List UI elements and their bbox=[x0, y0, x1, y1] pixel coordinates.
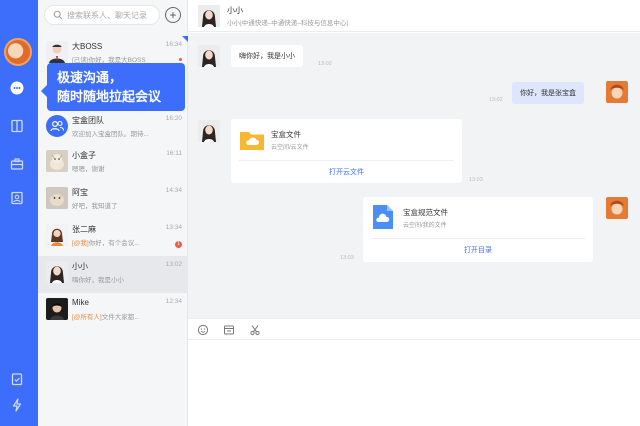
message-time: 13:02 bbox=[489, 97, 503, 103]
unread-dot bbox=[179, 58, 182, 61]
preview-text: 你好，有个会议... bbox=[88, 240, 140, 247]
search-input[interactable]: 搜索联系人、聊天记录 bbox=[44, 5, 160, 25]
conversation-item-abao[interactable]: 阿宝 好吧，我知道了 14:34 bbox=[38, 182, 188, 219]
conversation-time: 14:34 bbox=[165, 187, 182, 194]
conversation-name: Mike bbox=[72, 298, 89, 307]
book-nav-icon[interactable] bbox=[9, 118, 25, 134]
conversation-name: 大BOSS bbox=[72, 42, 103, 51]
file-upload-icon[interactable] bbox=[223, 324, 235, 336]
tooltip-line-1: 极速沟通， bbox=[57, 70, 123, 85]
app-window: 搜索联系人、聊天记录 + 大BOSS [已读]你好，我是大BOSS 16:34 … bbox=[0, 0, 640, 426]
conversation-preview: [@我]你好，有个会议... bbox=[72, 237, 140, 247]
divider bbox=[371, 238, 585, 239]
avatar bbox=[46, 261, 68, 283]
tasks-nav-icon[interactable] bbox=[9, 371, 25, 387]
sender-avatar bbox=[198, 45, 220, 67]
message-input[interactable] bbox=[188, 340, 640, 426]
my-avatar-small bbox=[606, 197, 628, 219]
conversation-preview: 好吧，我知道了 bbox=[72, 203, 118, 210]
conversation-preview: 欢迎加入宝盒团队。期待... bbox=[72, 131, 149, 138]
my-avatar[interactable] bbox=[4, 38, 32, 66]
contact-subtitle: 小小|中通快递–中通快递–科技与信息中心| bbox=[227, 20, 349, 27]
message-bubble[interactable]: 嗨你好，我是小小 bbox=[231, 45, 303, 67]
file-path: 云空间/云文件 bbox=[271, 145, 309, 151]
file-title: 宝盒文件 bbox=[271, 130, 301, 139]
search-placeholder: 搜索联系人、聊天记录 bbox=[67, 10, 147, 20]
avatar bbox=[46, 187, 68, 209]
chat-nav-icon[interactable] bbox=[9, 80, 25, 96]
divider bbox=[239, 160, 454, 161]
contact-name: 小小 bbox=[227, 6, 243, 15]
doc-cloud-icon bbox=[373, 205, 393, 229]
group-icon bbox=[50, 120, 64, 132]
conversation-time: 16:34 bbox=[165, 41, 182, 48]
conversation-time: 12:34 bbox=[165, 298, 182, 305]
folder-cloud-icon bbox=[240, 132, 264, 150]
compose-toolbar bbox=[188, 318, 640, 340]
conversation-item-mike[interactable]: Mike [@所有人]文件大家都... 12:34 bbox=[38, 293, 188, 330]
add-button[interactable]: + bbox=[165, 7, 181, 23]
file-card[interactable]: 宝盒文件 云空间/云文件 打开云文件 bbox=[231, 119, 462, 183]
plus-icon: + bbox=[169, 8, 177, 22]
conversation-item-team[interactable]: 宝盒团队 欢迎加入宝盒团队。期待... 16:20 bbox=[38, 110, 188, 147]
mention-tag: [@所有人] bbox=[72, 314, 102, 321]
lightning-icon bbox=[12, 398, 22, 412]
conversation-preview: 嗨你好，我是小小 bbox=[72, 277, 124, 284]
conversation-name: 小小 bbox=[72, 262, 88, 271]
message-time: 13:03 bbox=[469, 177, 483, 183]
avatar bbox=[46, 224, 68, 246]
conversation-item-zhangerma[interactable]: 张二麻 [@我]你好，有个会议... 13:34 1 bbox=[38, 219, 188, 256]
conversation-name: 小盒子 bbox=[72, 151, 96, 160]
contact-card-icon bbox=[11, 191, 23, 205]
conversation-time: 16:20 bbox=[165, 115, 182, 122]
conversation-name: 宝盒团队 bbox=[72, 116, 104, 125]
briefcase-icon bbox=[10, 158, 24, 170]
emoji-icon[interactable] bbox=[197, 324, 209, 336]
message-time: 13:03 bbox=[340, 255, 354, 261]
preview-text: 文件大家都... bbox=[101, 314, 140, 321]
unread-badge: 1 bbox=[175, 241, 182, 248]
avatar bbox=[46, 298, 68, 320]
feature-tooltip: 极速沟通， 随时随地拉起会议 bbox=[41, 63, 185, 111]
conversation-time: 13:34 bbox=[165, 224, 182, 231]
conversation-preview: [@所有人]文件大家都... bbox=[72, 311, 140, 321]
left-nav-sidebar bbox=[0, 0, 38, 426]
clipboard-check-icon bbox=[11, 373, 23, 386]
contact-avatar[interactable] bbox=[198, 5, 220, 27]
book-icon bbox=[11, 119, 23, 133]
conversation-name: 阿宝 bbox=[72, 188, 88, 197]
message-area: 嗨你好，我是小小 13:02 13:02 你好，我是张宝盒 宝盒文件 云空间/云… bbox=[188, 33, 640, 318]
conversation-item-xiaohezi[interactable]: 小盒子 嗯嗯，谢谢 16:11 bbox=[38, 145, 188, 182]
message-bubble-mine[interactable]: 你好，我是张宝盒 bbox=[512, 82, 584, 104]
avatar bbox=[46, 150, 68, 172]
contacts-nav-icon[interactable] bbox=[9, 190, 25, 206]
tooltip-line-2: 随时随地拉起会议 bbox=[57, 89, 162, 104]
chat-panel: 小小 小小|中通快递–中通快递–科技与信息中心| 嗨你好，我是小小 13:02 … bbox=[188, 0, 640, 426]
conversation-time: 13:02 bbox=[165, 261, 182, 268]
conversation-item-xiaoxiao[interactable]: 小小 嗨你好，我是小小 13:02 bbox=[38, 256, 188, 293]
open-cloud-file-link[interactable]: 打开云文件 bbox=[231, 167, 462, 177]
message-time: 13:02 bbox=[318, 61, 332, 67]
group-avatar bbox=[46, 115, 68, 137]
search-icon bbox=[53, 10, 63, 20]
scissors-icon[interactable] bbox=[249, 324, 261, 336]
file-title: 宝盒规范文件 bbox=[403, 208, 448, 217]
file-card-mine[interactable]: 宝盒规范文件 云空间/我的文件 打开目录 bbox=[363, 197, 593, 262]
mention-tag: [@我] bbox=[72, 240, 89, 247]
chat-bubble-icon bbox=[10, 81, 24, 95]
flash-nav-icon[interactable] bbox=[9, 397, 25, 413]
sender-avatar bbox=[198, 120, 220, 142]
conversation-time: 16:11 bbox=[166, 150, 182, 157]
toolbox-nav-icon[interactable] bbox=[9, 156, 25, 172]
my-avatar-small bbox=[606, 81, 628, 103]
conversation-preview: 嗯嗯，谢谢 bbox=[72, 166, 105, 173]
chat-header: 小小 小小|中通快递–中通快递–科技与信息中心| bbox=[188, 0, 640, 32]
file-path: 云空间/我的文件 bbox=[403, 223, 447, 229]
conversation-name: 张二麻 bbox=[72, 225, 96, 234]
open-folder-link[interactable]: 打开目录 bbox=[363, 245, 593, 255]
avatar bbox=[46, 41, 68, 63]
